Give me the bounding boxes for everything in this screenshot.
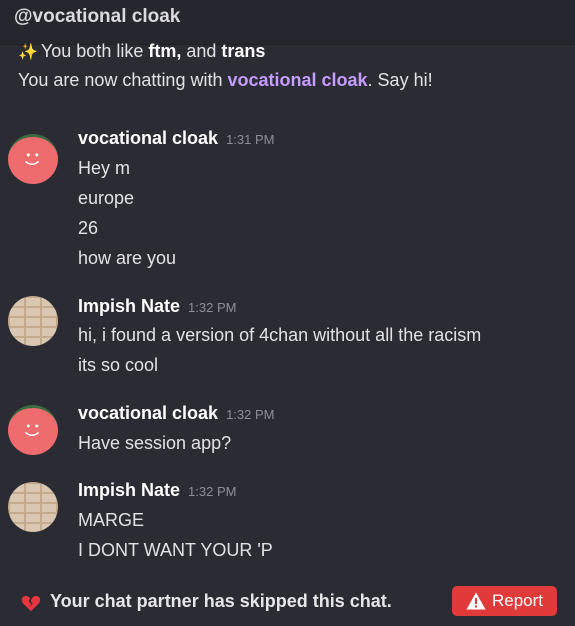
avatar[interactable] bbox=[8, 482, 58, 532]
timestamp: 1:32 PM bbox=[188, 300, 237, 315]
message-line: Have session app? bbox=[78, 433, 232, 453]
message-line: its so cool bbox=[78, 355, 159, 375]
message-line: hi, i found a version of 4chan without a… bbox=[78, 325, 482, 345]
partner-name: vocational cloak bbox=[227, 70, 368, 90]
message-author: Impish Nate 1:32 PM bbox=[78, 480, 236, 501]
message-line: MARGE bbox=[78, 510, 145, 530]
message-author: Impish Nate 1:32 PM bbox=[78, 296, 236, 317]
chat-title: @vocational cloak bbox=[14, 6, 181, 27]
author-name: vocational cloak bbox=[78, 128, 219, 148]
report-label: Report bbox=[491, 591, 544, 610]
interest-trans: trans bbox=[221, 41, 266, 61]
message-author: vocational cloak 1:31 PM bbox=[78, 128, 274, 149]
skip-message: Your chat partner has skipped this chat. bbox=[50, 591, 392, 611]
report-button[interactable]: Report bbox=[452, 586, 557, 616]
shared-interests-prefix: You both like bbox=[40, 41, 149, 61]
avatar[interactable] bbox=[8, 405, 58, 455]
message-line: Hey m bbox=[78, 158, 131, 178]
avatar[interactable] bbox=[8, 134, 58, 184]
message-line: 26 bbox=[78, 218, 99, 238]
author-name: Impish Nate bbox=[78, 296, 181, 316]
chat-intro: You are now chatting with vocational clo… bbox=[18, 70, 433, 91]
message-line: europe bbox=[78, 188, 135, 208]
message-author: vocational cloak 1:32 PM bbox=[78, 403, 274, 424]
author-name: vocational cloak bbox=[78, 403, 219, 423]
timestamp: 1:32 PM bbox=[226, 407, 275, 422]
broken-heart-icon bbox=[21, 595, 41, 612]
author-name: Impish Nate bbox=[78, 480, 181, 500]
avatar[interactable] bbox=[8, 296, 58, 346]
timestamp: 1:32 PM bbox=[188, 484, 237, 499]
interest-ftm: ftm, bbox=[148, 41, 182, 61]
message-line: how are you bbox=[78, 248, 177, 268]
smiley-face-icon bbox=[24, 424, 40, 437]
smiley-face-icon bbox=[24, 153, 40, 166]
shared-interests: ✨ You both like ftm, and trans bbox=[18, 41, 265, 62]
message-line: I DONT WANT YOUR 'P bbox=[78, 540, 273, 560]
skip-notice: Your chat partner has skipped this chat.… bbox=[0, 584, 575, 626]
chat-intro-prefix: You are now chatting with bbox=[18, 70, 228, 90]
shared-interests-joiner: and bbox=[181, 41, 222, 61]
warning-icon bbox=[466, 592, 486, 610]
sparkle-icon: ✨ bbox=[18, 44, 38, 61]
chat-intro-suffix: . Say hi! bbox=[367, 70, 433, 90]
timestamp: 1:31 PM bbox=[226, 132, 275, 147]
chat-header: @vocational cloak bbox=[0, 0, 575, 45]
